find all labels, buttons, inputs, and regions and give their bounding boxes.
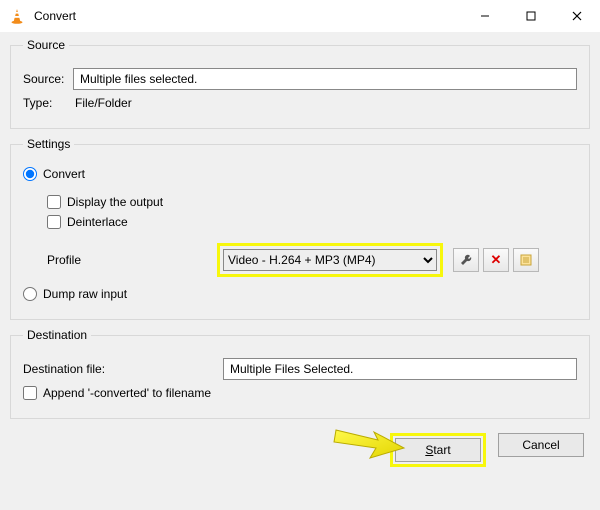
- convert-radio[interactable]: Convert: [23, 167, 577, 181]
- type-label: Type:: [23, 96, 73, 110]
- settings-legend: Settings: [23, 137, 74, 151]
- titlebar: Convert: [0, 0, 600, 32]
- window-title: Convert: [34, 9, 462, 23]
- profile-highlight: Video - H.264 + MP3 (MP4): [217, 243, 443, 277]
- convert-radio-input[interactable]: [23, 167, 37, 181]
- append-converted-label: Append '-converted' to filename: [43, 386, 211, 400]
- vlc-cone-icon: [8, 7, 26, 25]
- maximize-button[interactable]: [508, 0, 554, 32]
- append-converted-input[interactable]: [23, 386, 37, 400]
- start-highlight: Start: [390, 433, 486, 467]
- start-rest: tart: [433, 443, 450, 457]
- display-output-label: Display the output: [67, 195, 163, 209]
- destination-file-label: Destination file:: [23, 362, 223, 376]
- cancel-button[interactable]: Cancel: [498, 433, 584, 457]
- convert-radio-label: Convert: [43, 167, 85, 181]
- source-legend: Source: [23, 38, 69, 52]
- settings-group: Settings Convert Display the output Dein…: [10, 137, 590, 320]
- deinterlace-checkbox[interactable]: Deinterlace: [47, 215, 577, 229]
- destination-group: Destination Destination file: Append '-c…: [10, 328, 590, 419]
- source-label: Source:: [23, 72, 73, 86]
- dump-raw-radio-input[interactable]: [23, 287, 37, 301]
- delete-icon[interactable]: ✕: [483, 248, 509, 272]
- minimize-button[interactable]: [462, 0, 508, 32]
- display-output-checkbox[interactable]: Display the output: [47, 195, 577, 209]
- destination-legend: Destination: [23, 328, 91, 342]
- deinterlace-input[interactable]: [47, 215, 61, 229]
- type-value: File/Folder: [73, 96, 132, 110]
- dump-raw-radio[interactable]: Dump raw input: [23, 287, 577, 301]
- close-button[interactable]: [554, 0, 600, 32]
- wrench-icon[interactable]: [453, 248, 479, 272]
- button-bar: Start Cancel: [10, 427, 590, 467]
- new-profile-icon[interactable]: [513, 248, 539, 272]
- profile-select[interactable]: Video - H.264 + MP3 (MP4): [223, 249, 437, 271]
- profile-label: Profile: [47, 253, 217, 267]
- destination-file-input[interactable]: [223, 358, 577, 380]
- deinterlace-label: Deinterlace: [67, 215, 128, 229]
- start-button[interactable]: Start: [395, 438, 481, 462]
- dump-raw-radio-label: Dump raw input: [43, 287, 127, 301]
- source-input[interactable]: [73, 68, 577, 90]
- display-output-input[interactable]: [47, 195, 61, 209]
- append-converted-checkbox[interactable]: Append '-converted' to filename: [23, 386, 577, 400]
- source-group: Source Source: Type: File/Folder: [10, 38, 590, 129]
